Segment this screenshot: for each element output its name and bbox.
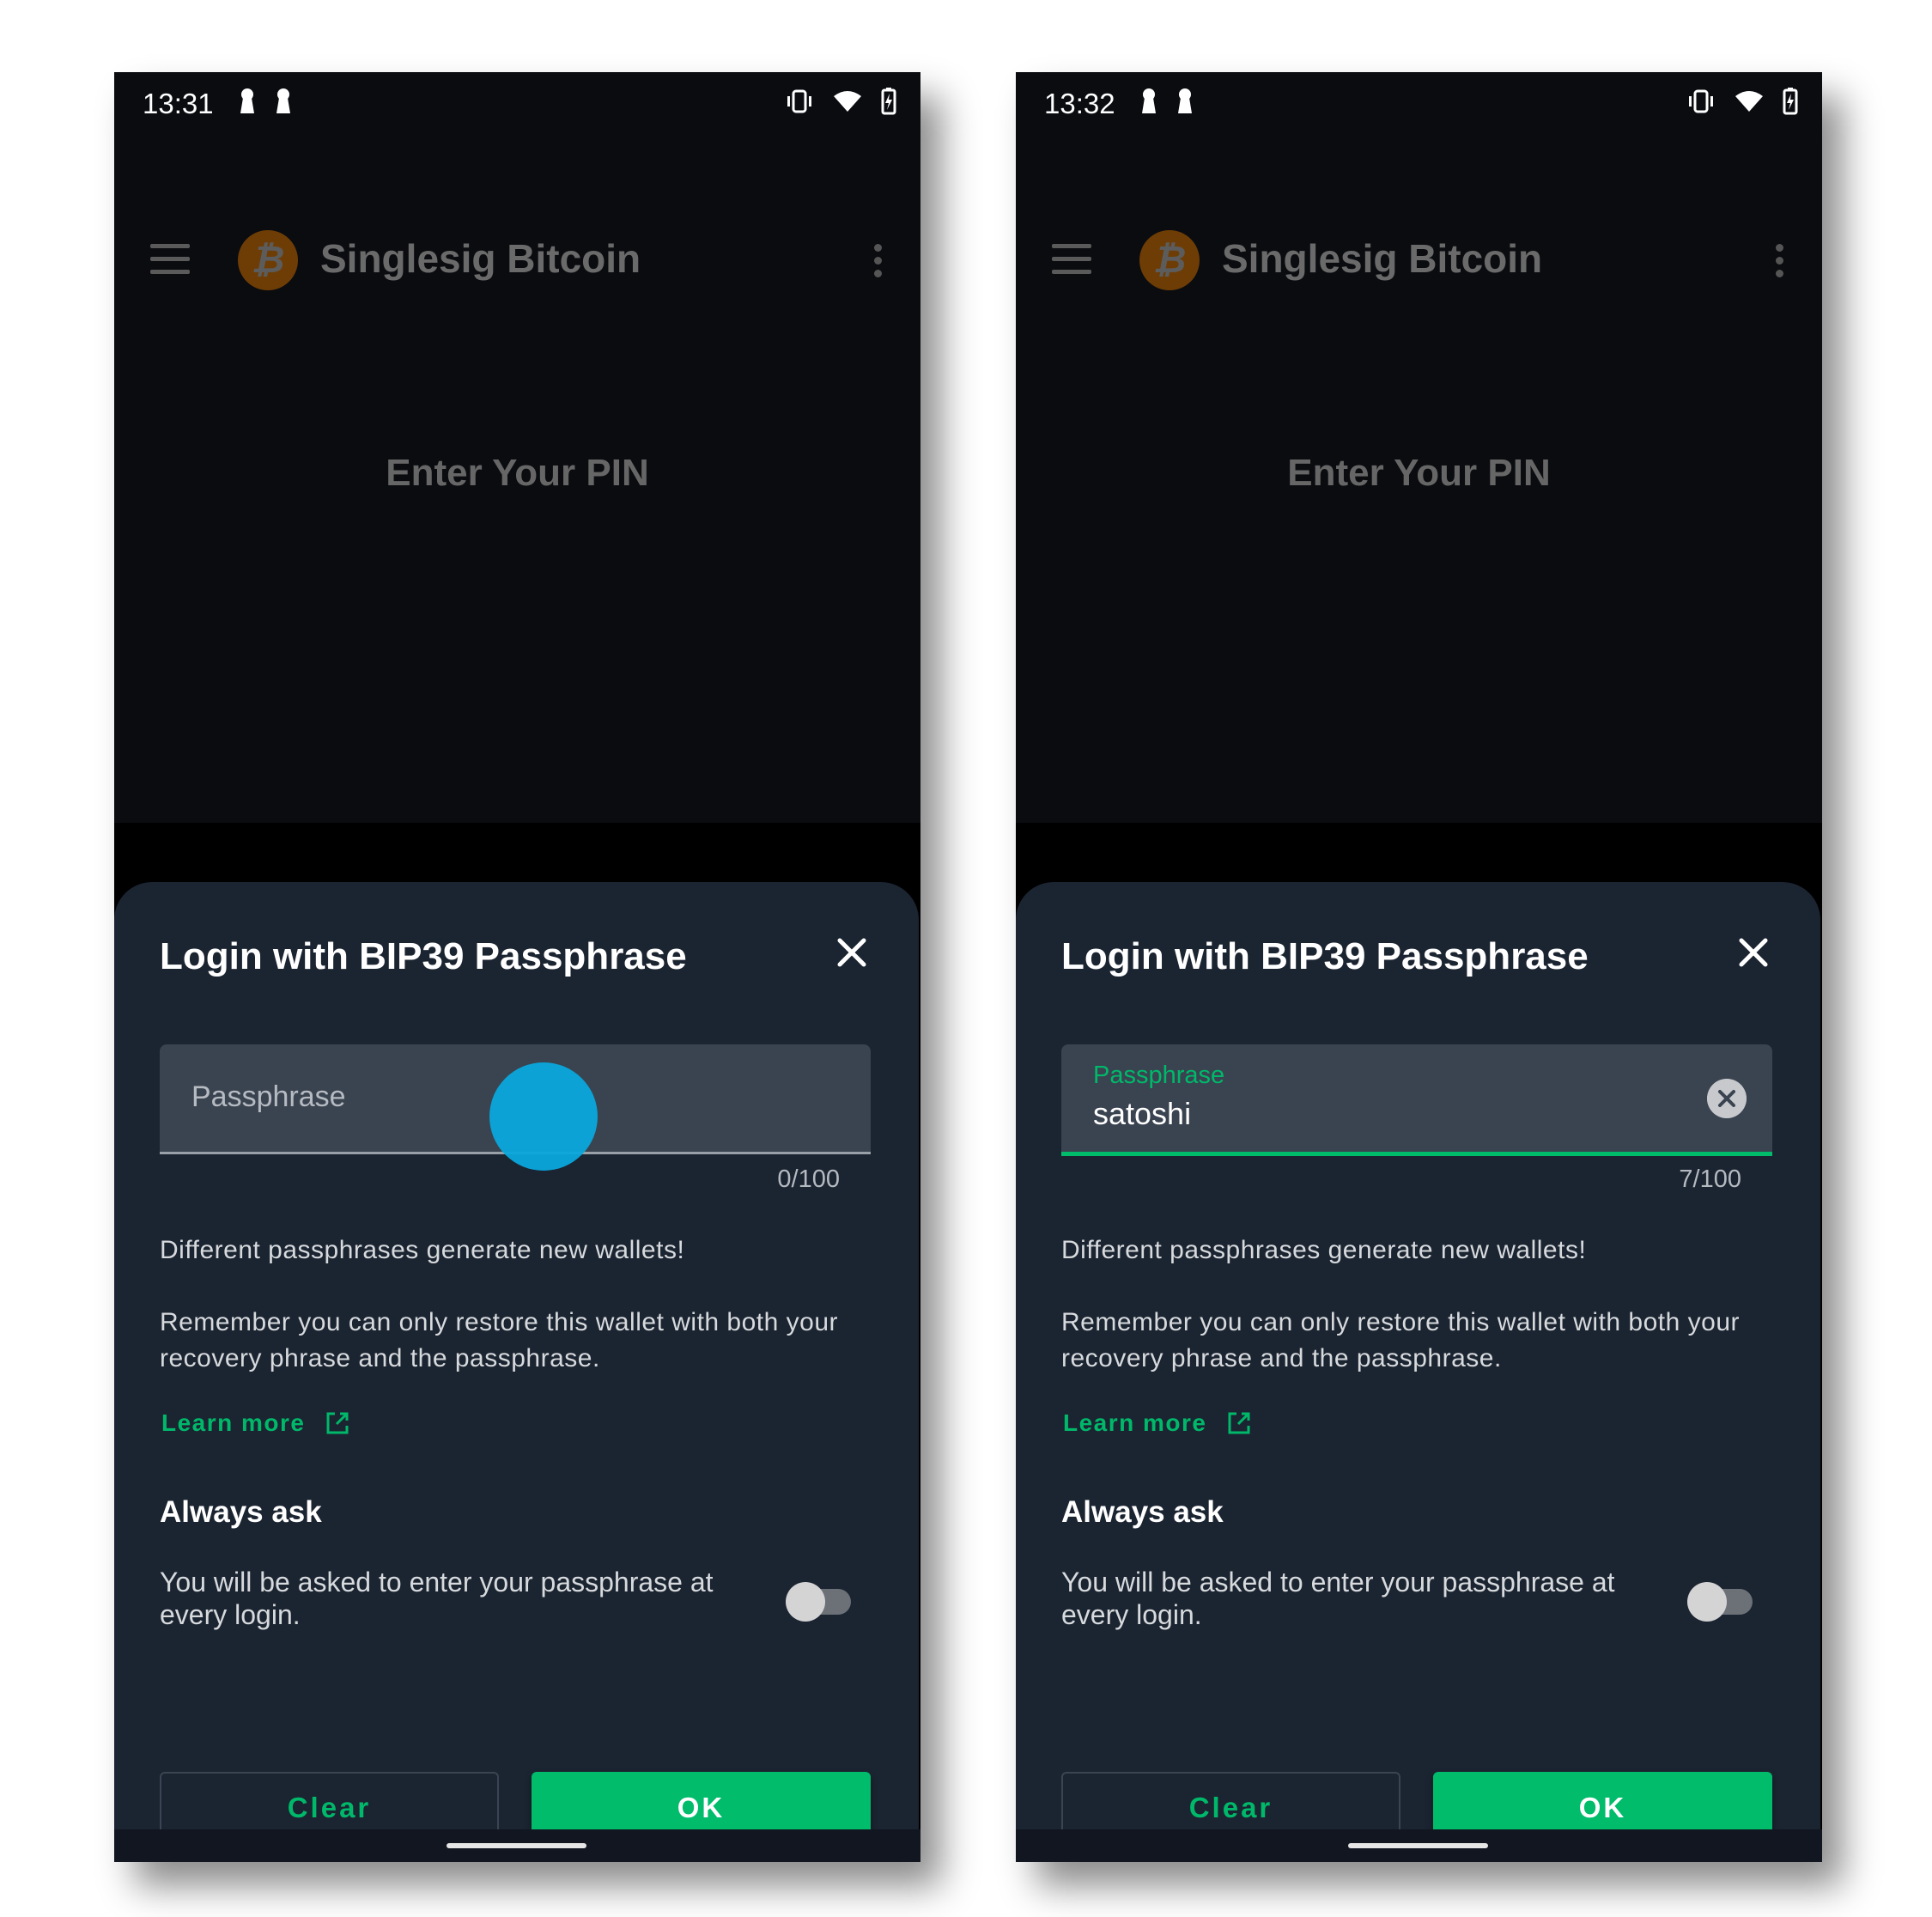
passphrase-bottom-sheet: Login with BIP39 Passphrase Passphrase s… [1016,882,1820,1862]
battery-charging-icon [1783,88,1798,115]
status-bar: 13:32 [1016,72,1822,141]
vibrate-icon [1689,89,1713,113]
phone-screen-after: 13:32 ₿ Singlesig Bitcoin Enter Your PIN… [1016,72,1822,1862]
vibrate-icon [787,89,811,113]
status-time: 13:32 [1044,88,1115,119]
info-text-wallets: Different passphrases generate new walle… [1061,1236,1587,1264]
wifi-icon [1735,91,1763,112]
passphrase-bottom-sheet: Login with BIP39 Passphrase Passphrase 0… [114,882,919,1862]
external-link-icon [326,1412,348,1434]
passphrase-floating-label: Passphrase [1093,1062,1225,1089]
battery-charging-icon [881,88,896,115]
dialog-title: Login with BIP39 Passphrase [1061,935,1589,977]
home-indicator[interactable] [447,1843,586,1848]
hamburger-menu-icon[interactable] [1052,244,1091,275]
keyhole-icon [1178,88,1192,113]
always-ask-description: You will be asked to enter your passphra… [1061,1567,1615,1630]
always-ask-title: Always ask [160,1495,322,1529]
learn-more-link[interactable]: Learn more [1063,1409,1252,1437]
info-text-restore: Remember you can only restore this walle… [160,1308,839,1372]
more-vertical-icon[interactable] [1776,244,1784,283]
learn-more-link[interactable]: Learn more [161,1409,350,1437]
bitcoin-logo-icon: ₿ [1139,230,1200,290]
always-ask-title: Always ask [1061,1495,1224,1529]
app-title: Singlesig Bitcoin [1222,236,1543,281]
clear-text-icon[interactable] [1707,1079,1747,1118]
keyhole-icon [1142,88,1156,113]
learn-more-label: Learn more [161,1409,306,1436]
close-icon[interactable] [835,935,869,970]
touch-indicator [489,1062,598,1171]
app-title: Singlesig Bitcoin [320,236,641,281]
bitcoin-logo-icon: ₿ [238,230,298,290]
passphrase-placeholder: Passphrase [191,1080,346,1113]
learn-more-label: Learn more [1063,1409,1207,1436]
info-text-wallets: Different passphrases generate new walle… [160,1236,685,1264]
pin-title: Enter Your PIN [386,452,649,494]
status-bar: 13:31 [114,72,920,141]
home-indicator[interactable] [1348,1843,1488,1848]
always-ask-toggle[interactable] [1687,1582,1753,1622]
app-bar: ₿ Singlesig Bitcoin [1016,218,1822,304]
character-counter: 7/100 [1679,1165,1741,1193]
info-text-restore: Remember you can only restore this walle… [1061,1308,1741,1372]
app-bar: ₿ Singlesig Bitcoin [114,218,920,304]
phone-screen-before: 13:31 ₿ Singlesig Bitcoin Enter Your PIN… [114,72,920,1862]
character-counter: 0/100 [777,1165,840,1193]
wifi-icon [834,91,861,112]
close-icon[interactable] [1736,935,1771,970]
hamburger-menu-icon[interactable] [150,244,190,275]
more-vertical-icon[interactable] [874,244,883,283]
keyhole-icon [276,88,290,113]
keyhole-icon [240,88,254,113]
always-ask-description: You will be asked to enter your passphra… [160,1567,714,1630]
always-ask-toggle[interactable] [786,1582,851,1622]
dialog-title: Login with BIP39 Passphrase [160,935,687,977]
pin-title: Enter Your PIN [1287,452,1551,494]
status-time: 13:31 [143,88,214,119]
passphrase-value: satoshi [1093,1096,1192,1131]
external-link-icon [1228,1412,1249,1434]
passphrase-input[interactable]: Passphrase satoshi [1061,1044,1772,1156]
